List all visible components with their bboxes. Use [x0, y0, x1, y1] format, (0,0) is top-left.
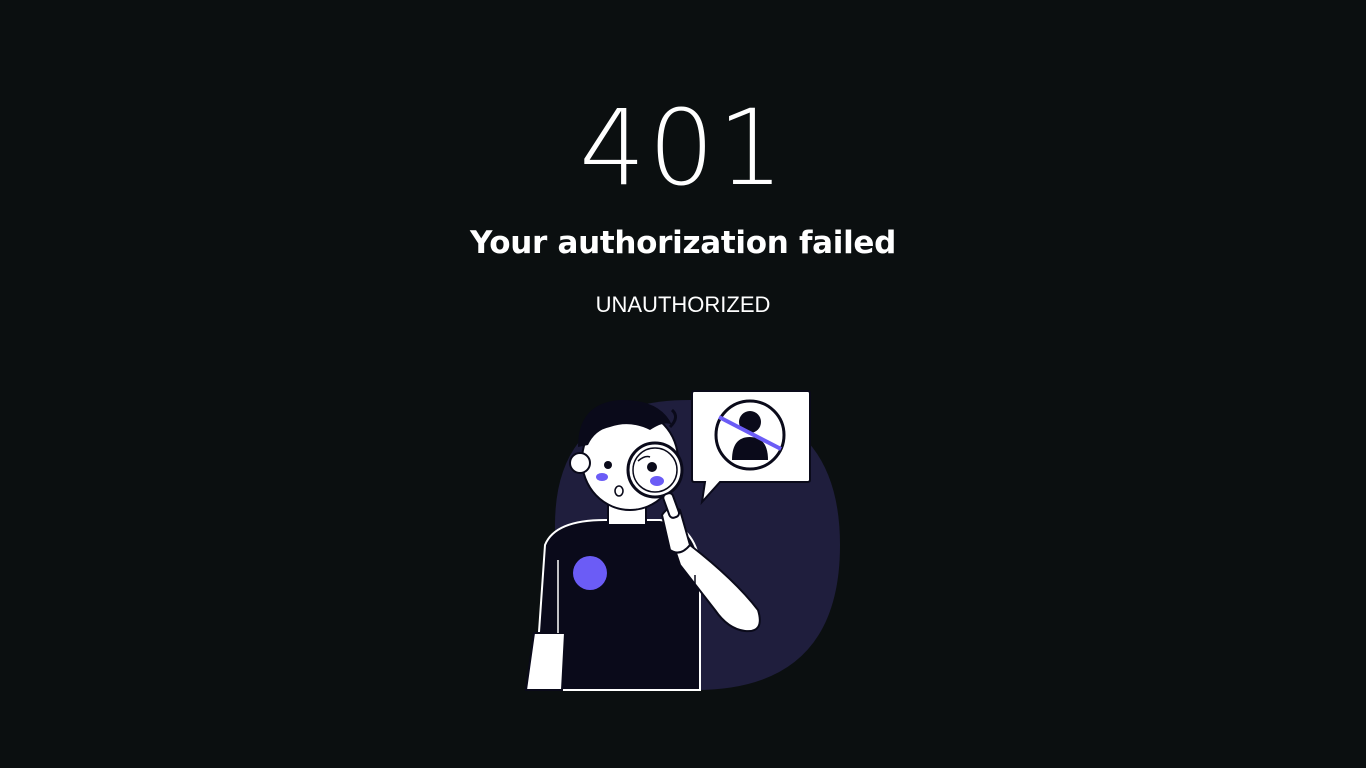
left-arm — [524, 632, 567, 691]
error-code: 401 — [579, 87, 787, 209]
error-status: UNAUTHORIZED — [595, 292, 771, 317]
error-page: 401 Your authorization failed UNAUTHORIZ… — [0, 0, 1366, 768]
error-title: Your authorization failed — [469, 225, 897, 261]
shirt-dot — [573, 556, 607, 590]
person-with-magnifier-illustration — [524, 390, 840, 691]
